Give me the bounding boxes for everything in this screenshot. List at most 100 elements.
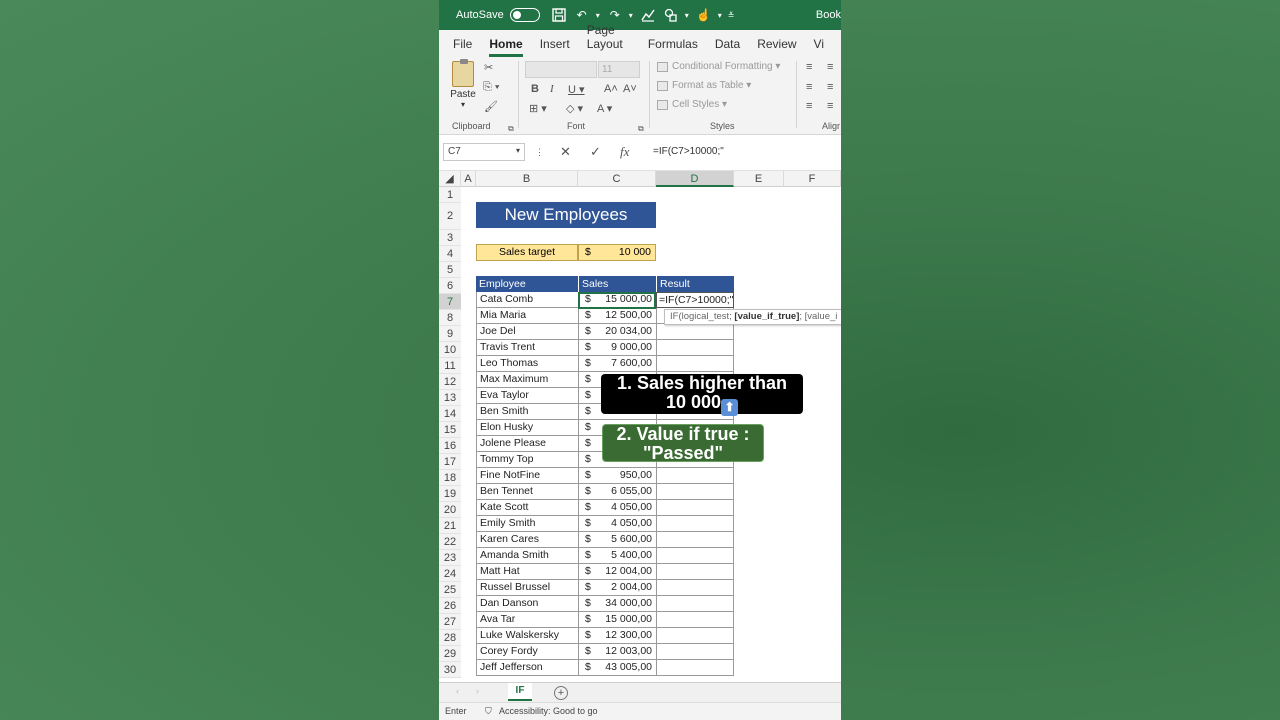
row-header[interactable]: 29: [439, 646, 461, 662]
shapes-dropdown-icon[interactable]: ▾: [685, 11, 689, 20]
insert-function-icon[interactable]: fx: [620, 144, 629, 160]
touch-mode-icon[interactable]: ☝: [695, 6, 713, 24]
employee-name-cell[interactable]: Joe Del: [476, 324, 578, 340]
employee-name-cell[interactable]: Corey Fordy: [476, 644, 578, 660]
column-header-f[interactable]: F: [784, 171, 841, 187]
tab-insert[interactable]: Insert: [540, 37, 570, 57]
enter-icon[interactable]: ✓: [590, 144, 601, 160]
employee-name-cell[interactable]: Luke Walskersky: [476, 628, 578, 644]
sales-cell[interactable]: $43 005,00: [578, 660, 656, 676]
sales-cell[interactable]: $15 000,00: [578, 612, 656, 628]
row-header[interactable]: 26: [439, 598, 461, 614]
italic-icon[interactable]: I: [550, 83, 554, 95]
touch-dropdown-icon[interactable]: ▾: [718, 11, 722, 20]
font-size-box[interactable]: 11: [598, 61, 640, 78]
align-left-icon[interactable]: ≡: [827, 61, 833, 73]
sheet-title[interactable]: New Employees: [476, 202, 656, 228]
result-cell[interactable]: [656, 532, 734, 548]
sales-cell[interactable]: $12 300,00: [578, 628, 656, 644]
underline-icon[interactable]: U ▾: [568, 83, 585, 96]
align-middle-icon[interactable]: ≡: [806, 81, 812, 93]
result-cell[interactable]: [656, 356, 734, 372]
employee-name-cell[interactable]: Elon Husky: [476, 420, 578, 436]
name-box-dropdown-icon[interactable]: ▾: [516, 146, 520, 155]
align-right-icon[interactable]: ≡: [827, 100, 833, 112]
result-cell[interactable]: [656, 628, 734, 644]
sales-cell[interactable]: $4 050,00: [578, 516, 656, 532]
row-header[interactable]: 11: [439, 358, 461, 374]
employee-name-cell[interactable]: Cata Comb: [476, 292, 578, 308]
customize-toolbar-icon[interactable]: ≚: [728, 11, 735, 20]
sales-cell[interactable]: $6 055,00: [578, 484, 656, 500]
column-header-c[interactable]: C: [578, 171, 656, 187]
tab-view[interactable]: Vi: [814, 37, 824, 57]
row-header[interactable]: 14: [439, 406, 461, 422]
row-header[interactable]: 7: [439, 294, 461, 310]
row-header[interactable]: 8: [439, 310, 461, 326]
employee-name-cell[interactable]: Kate Scott: [476, 500, 578, 516]
cell-styles-button[interactable]: Cell Styles ▾: [657, 99, 727, 110]
align-bottom-icon[interactable]: ≡: [806, 100, 812, 112]
sales-target-value-cell[interactable]: $ 10 000: [578, 244, 656, 261]
header-employee[interactable]: Employee: [476, 276, 578, 292]
sales-cell[interactable]: $12 003,00: [578, 644, 656, 660]
sales-cell[interactable]: $5 600,00: [578, 532, 656, 548]
font-launcher-icon[interactable]: ⧉: [638, 124, 644, 134]
sales-cell[interactable]: $950,00: [578, 468, 656, 484]
tab-review[interactable]: Review: [757, 37, 796, 57]
result-cell[interactable]: [656, 340, 734, 356]
employee-name-cell[interactable]: Amanda Smith: [476, 548, 578, 564]
tab-home[interactable]: Home: [489, 37, 524, 57]
redo-icon[interactable]: ↷: [606, 6, 624, 24]
shapes-icon[interactable]: [662, 6, 680, 24]
result-cell[interactable]: [656, 324, 734, 340]
employee-name-cell[interactable]: Tommy Top: [476, 452, 578, 468]
result-cell[interactable]: [656, 596, 734, 612]
result-cell[interactable]: [656, 644, 734, 660]
sales-cell[interactable]: $34 000,00: [578, 596, 656, 612]
sales-cell[interactable]: $7 600,00: [578, 356, 656, 372]
editing-cell-d7[interactable]: =IF(C7>10000;": [656, 292, 734, 308]
decrease-font-icon[interactable]: A˅: [623, 83, 637, 95]
employee-name-cell[interactable]: Ben Smith: [476, 404, 578, 420]
undo-dropdown-icon[interactable]: ▾: [596, 11, 600, 20]
row-header[interactable]: 30: [439, 662, 461, 678]
font-color-icon[interactable]: A ▾: [597, 102, 612, 115]
employee-name-cell[interactable]: Emily Smith: [476, 516, 578, 532]
result-cell[interactable]: [656, 516, 734, 532]
column-header-e[interactable]: E: [734, 171, 784, 187]
formula-input[interactable]: =IF(C7>10000;": [653, 146, 724, 157]
employee-name-cell[interactable]: Jolene Please: [476, 436, 578, 452]
employee-name-cell[interactable]: Matt Hat: [476, 564, 578, 580]
format-as-table-button[interactable]: Format as Table ▾: [657, 80, 751, 91]
employee-name-cell[interactable]: Travis Trent: [476, 340, 578, 356]
row-header[interactable]: 1: [439, 187, 461, 203]
copy-icon[interactable]: ⎘ ▾: [483, 81, 499, 94]
column-header-a[interactable]: A: [461, 171, 476, 187]
tab-page-layout[interactable]: Page Layout: [587, 23, 631, 57]
employee-name-cell[interactable]: Dan Danson: [476, 596, 578, 612]
save-icon[interactable]: [550, 6, 568, 24]
row-header[interactable]: 23: [439, 550, 461, 566]
row-header[interactable]: 12: [439, 374, 461, 390]
header-result[interactable]: Result: [656, 276, 734, 292]
row-header[interactable]: 6: [439, 278, 461, 294]
sales-cell[interactable]: $12 500,00: [578, 308, 656, 324]
row-header[interactable]: 2: [439, 203, 461, 230]
sales-cell[interactable]: $4 050,00: [578, 500, 656, 516]
format-painter-icon[interactable]: 🖌: [484, 100, 498, 113]
row-header[interactable]: 17: [439, 454, 461, 470]
row-header[interactable]: 18: [439, 470, 461, 486]
employee-name-cell[interactable]: Russel Brussel: [476, 580, 578, 596]
employee-name-cell[interactable]: Mia Maria: [476, 308, 578, 324]
undo-icon[interactable]: ↶: [573, 6, 591, 24]
bold-icon[interactable]: B: [531, 83, 539, 95]
chart-icon[interactable]: [639, 6, 657, 24]
select-all-corner[interactable]: ◢: [439, 171, 461, 187]
sales-cell[interactable]: $2 004,00: [578, 580, 656, 596]
conditional-formatting-button[interactable]: Conditional Formatting ▾: [657, 61, 780, 72]
sales-cell[interactable]: $5 400,00: [578, 548, 656, 564]
employee-name-cell[interactable]: Fine NotFine: [476, 468, 578, 484]
row-header[interactable]: 19: [439, 486, 461, 502]
active-cell-c7[interactable]: [578, 292, 656, 309]
